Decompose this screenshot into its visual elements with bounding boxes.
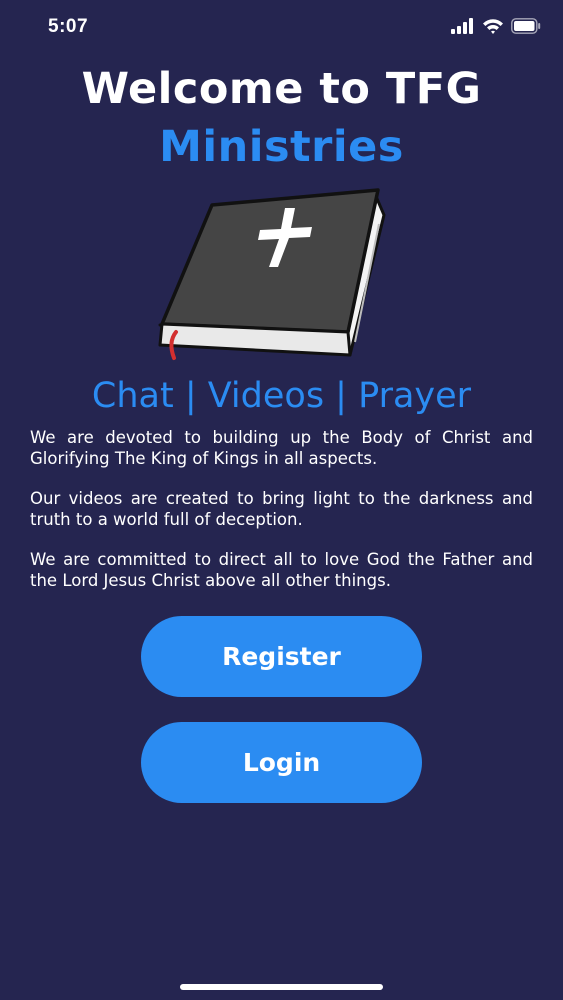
battery-icon [511,18,541,34]
description-paragraph: We are devoted to building up the Body o… [30,428,533,468]
wifi-icon [482,18,504,34]
home-indicator[interactable] [180,984,383,990]
features-tagline: Chat | Videos | Prayer [91,376,472,416]
status-icons [451,18,541,34]
description-paragraph: We are committed to direct all to love G… [30,550,533,590]
description: We are devoted to building up the Body o… [30,428,533,611]
cellular-signal-icon [451,18,475,34]
page-subtitle: Ministries [159,122,404,172]
status-time: 5:07 [48,16,89,37]
page-title: Welcome to TFG [81,64,482,114]
status-bar: 5:07 [0,0,563,56]
login-button[interactable]: Login [141,722,422,803]
register-button[interactable]: Register [141,616,422,697]
bible-icon [150,182,400,382]
description-paragraph: Our videos are created to bring light to… [30,489,533,529]
